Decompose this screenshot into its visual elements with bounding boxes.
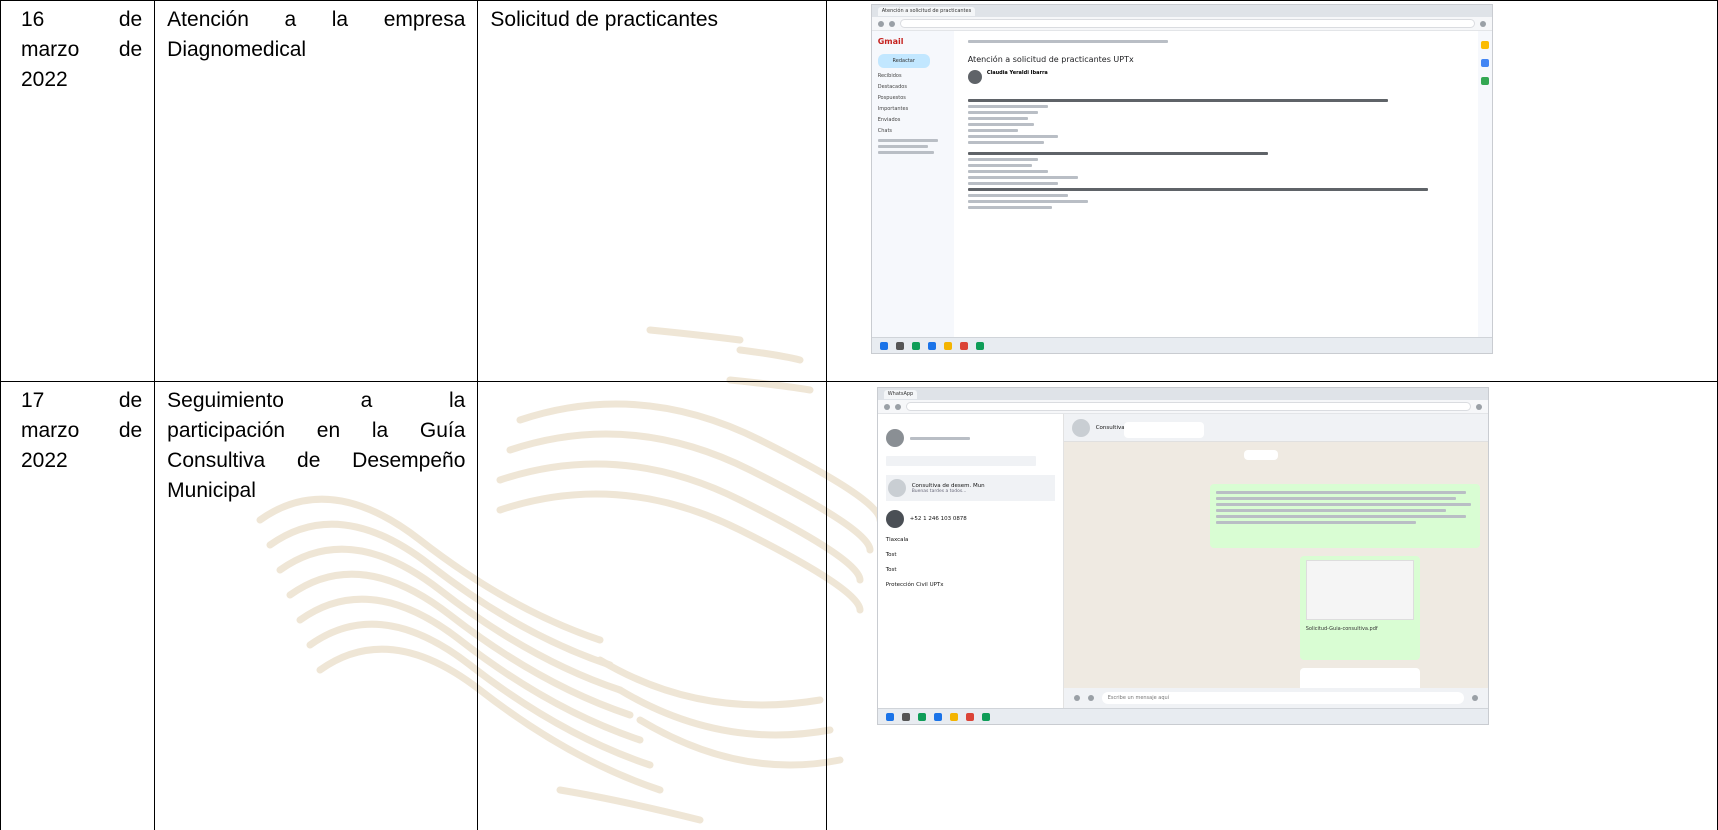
activity-word: Municipal [167, 479, 256, 502]
activity-word: la [371, 419, 389, 442]
activity-word: la [449, 389, 466, 412]
activity-word: de [297, 449, 321, 472]
date-cell: 16 de marzo de 2022 [0, 0, 156, 382]
activity-word: en [316, 419, 341, 442]
date-cell: 17 de marzo de 2022 [0, 381, 156, 830]
date-month: marzo [21, 38, 80, 61]
gmail-sidebar: Gmail Redactar Recibidos Destacados Posp… [871, 31, 954, 337]
compose-button: Redactar [877, 54, 930, 68]
gmail-message: Atención a solicitud de practicantes UPT… [962, 31, 1478, 337]
whatsapp-conversation: Consultiva de desem. Mun Solicitud-Guia-… [1063, 414, 1488, 708]
whatsapp-chat-list: Consultiva de desem. Mun Buenas tardes a … [877, 414, 1064, 708]
date-year: 2022 [21, 449, 68, 472]
date-month: marzo [21, 419, 80, 442]
activity-word: a [284, 8, 297, 31]
table-row: 17 de marzo de 2022 Seguimiento a la partici… [0, 381, 1718, 830]
date-word: de [118, 389, 143, 412]
email-subject: Atención a solicitud de practicantes UPT… [967, 55, 1134, 64]
contact-name: Tlaxcala [885, 537, 909, 543]
contact-name: +52 1 246 103 0878 [909, 516, 967, 522]
evidence-cell: Atención a solicitud de practicantes Gma… [825, 0, 1718, 382]
attachment-name: Solicitud-Guia-consultiva.pdf [1305, 626, 1378, 632]
browser-tab: WhatsApp [883, 389, 918, 399]
whatsapp-screenshot: WhatsApp Consultiva de desem. Mun Buenas … [876, 387, 1489, 725]
taskbar [877, 708, 1488, 724]
date-year: 2022 [21, 68, 68, 91]
description-cell: Solicitud de practicantes [477, 0, 827, 382]
email-sender: Claudia Yeraldi Ibarra [986, 70, 1048, 76]
date-day: 16 [21, 8, 45, 31]
sidebar-item: Enviados [877, 117, 901, 123]
activity-cell: Seguimiento a la participación en la Guía Con… [154, 381, 479, 830]
activities-table: 16 de marzo de 2022 Atención a la empresa Dia… [0, 0, 1718, 830]
taskbar [871, 337, 1492, 353]
contact-name: Tost [885, 567, 897, 573]
date-day: 17 [21, 389, 45, 412]
evidence-cell: WhatsApp Consultiva de desem. Mun Buenas … [825, 381, 1718, 830]
activity-word: Desempeño [352, 449, 466, 472]
activity-cell: Atención a la empresa Diagnomedical [154, 0, 479, 382]
description-cell [477, 381, 827, 830]
gmail-logo: Gmail [877, 37, 904, 46]
sidebar-item: Destacados [877, 84, 907, 90]
activity-word: a [360, 389, 373, 412]
activity-word: Consultiva [167, 449, 266, 472]
activity-word: participación [167, 419, 286, 442]
date-word: de [118, 419, 143, 442]
activity-word: Diagnomedical [167, 38, 307, 61]
gmail-screenshot: Atención a solicitud de practicantes Gma… [870, 4, 1493, 354]
date-word: de [118, 38, 143, 61]
browser-tab: Atención a solicitud de practicantes [877, 6, 976, 16]
contact-preview: Buenas tardes a todos... [911, 488, 967, 494]
message-input: Escribe un mensaje aquí [1101, 692, 1464, 704]
url-bar [899, 19, 1475, 28]
sidebar-item: Recibidos [877, 73, 902, 79]
activity-word: Guía [419, 419, 466, 442]
activity-word: empresa [383, 8, 466, 31]
sender-avatar [967, 70, 982, 84]
table-row: 16 de marzo de 2022 Atención a la empresa Dia… [0, 0, 1718, 382]
activity-word: la [331, 8, 349, 31]
sidebar-item: Pospuestos [877, 95, 906, 101]
contact-name: Protección Civil UPTx [885, 582, 944, 588]
contact-name: Tost [885, 552, 897, 558]
date-word: de [118, 8, 143, 31]
sidebar-item: Chats [877, 128, 893, 134]
activity-word: Seguimiento [167, 389, 284, 412]
description-text: Solicitud de practicantes [490, 8, 719, 31]
sidebar-item: Importantes [877, 106, 909, 112]
contact-name: Consultiva de desem. Mun [911, 482, 985, 489]
activity-word: Atención [167, 8, 249, 31]
url-bar [905, 402, 1471, 411]
